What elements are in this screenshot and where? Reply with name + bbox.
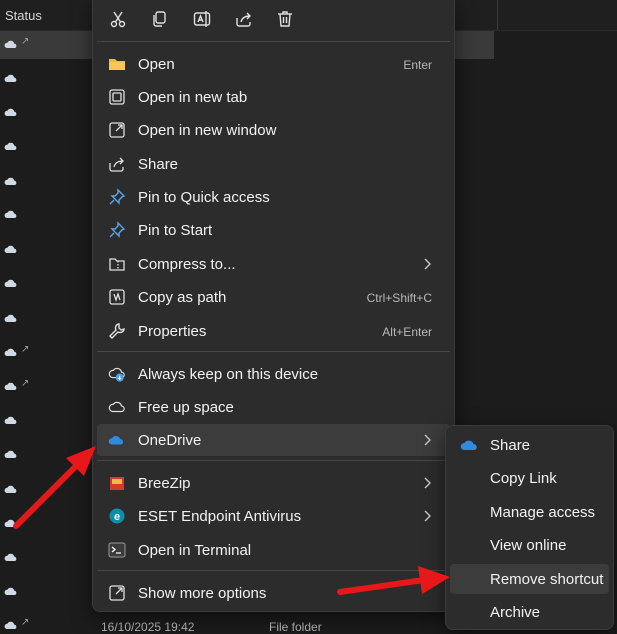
row-date: 16/10/2025 19:42 [101,620,195,634]
more-options-icon [108,584,126,602]
cloud-status-icon [4,141,18,151]
annotation-arrow-onedrive [13,446,96,529]
cloud-status-icon [4,347,18,357]
menu-item-open-terminal[interactable]: Open in Terminal [97,534,450,566]
zip-folder-icon [108,255,126,273]
onedrive-submenu: Share Copy Link Manage access View onlin… [445,425,614,630]
menu-item-open-new-window[interactable]: Open in new window [97,114,450,146]
menu-item-free-up-space[interactable]: Free up space [97,391,450,423]
menu-separator [97,41,450,42]
menu-item-breezip[interactable]: BreeZip [97,467,450,499]
new-window-icon [108,121,126,139]
cloud-status-icon [4,209,18,219]
cloud-status-icon [4,381,18,391]
menu-item-open[interactable]: Open Enter [97,48,450,80]
menu-item-pin-quick-access[interactable]: Pin to Quick access [97,181,450,213]
menu-item-pin-start[interactable]: Pin to Start [97,214,450,246]
cloud-status-icon [4,415,18,425]
pin-icon [108,221,126,239]
cloud-status-icon [4,244,18,254]
rename-button[interactable] [188,6,216,32]
shortcut-link-indicator: ↗ [21,344,30,355]
share-icon [236,12,251,27]
cloud-download-icon [108,365,126,383]
copy-path-icon [108,288,126,306]
rename-icon [193,11,211,27]
submenu-item-manage-access[interactable]: Manage access [450,497,609,527]
menu-item-open-new-tab[interactable]: Open in new tab [97,81,450,113]
delete-icon [278,11,292,27]
context-toolbar [93,0,454,40]
menu-item-always-keep[interactable]: Always keep on this device [97,358,450,390]
menu-item-share[interactable]: Share [97,148,450,180]
submenu-item-archive[interactable]: Archive [450,597,609,627]
chevron-right-icon [424,510,431,522]
copy-icon [153,11,166,27]
submenu-item-remove-shortcut[interactable]: Remove shortcut [450,564,609,594]
copy-button[interactable] [145,6,173,32]
breezip-icon [108,474,126,492]
wrench-icon [108,322,126,340]
cloud-status-icon [4,313,18,323]
cloud-status-icon [4,176,18,186]
cut-icon [110,11,126,28]
submenu-item-view-online[interactable]: View online [450,530,609,560]
menu-item-eset[interactable]: e ESET Endpoint Antivirus [97,500,450,532]
submenu-item-share[interactable]: Share [450,430,609,460]
menu-item-properties[interactable]: Properties Alt+Enter [97,315,450,347]
cloud-status-icon [4,278,18,288]
svg-text:e: e [114,511,120,523]
onedrive-icon [460,440,477,450]
cloud-status-icon [4,586,18,596]
submenu-item-copy-link[interactable]: Copy Link [450,463,609,493]
new-tab-icon [108,88,126,106]
chevron-right-icon [424,477,431,489]
menu-item-copy-as-path[interactable]: Copy as path Ctrl+Shift+C [97,281,450,313]
status-column-header[interactable]: Status [5,8,42,23]
folder-icon [108,55,126,73]
context-menu: Open Enter Open in new tab Open in new w… [92,0,455,612]
terminal-icon [108,541,126,559]
cloud-status-icon [4,620,18,630]
annotation-arrow-remove-shortcut [337,566,450,595]
menu-separator [97,460,450,461]
menu-item-compress[interactable]: Compress to... [97,248,450,280]
eset-icon: e [108,507,126,525]
shortcut-link-indicator: ↗ [21,378,30,389]
row-type: File folder [269,620,322,634]
share-icon [108,155,126,173]
cut-button[interactable] [104,6,132,32]
chevron-right-icon [424,258,431,270]
chevron-right-icon [424,434,431,446]
cloud-icon [108,398,126,416]
share-button[interactable] [230,6,258,32]
shortcut-link-indicator: ↗ [21,617,30,628]
cloud-status-icon [4,73,18,83]
cloud-status-icon [4,552,18,562]
cloud-status-icon [4,39,18,49]
column-divider[interactable] [497,0,498,30]
pin-icon [108,188,126,206]
menu-separator [97,351,450,352]
cloud-status-icon [4,107,18,117]
shortcut-link-indicator: ↗ [21,36,30,47]
delete-button[interactable] [271,6,299,32]
menu-item-onedrive[interactable]: OneDrive [97,424,450,456]
onedrive-icon [108,431,126,449]
